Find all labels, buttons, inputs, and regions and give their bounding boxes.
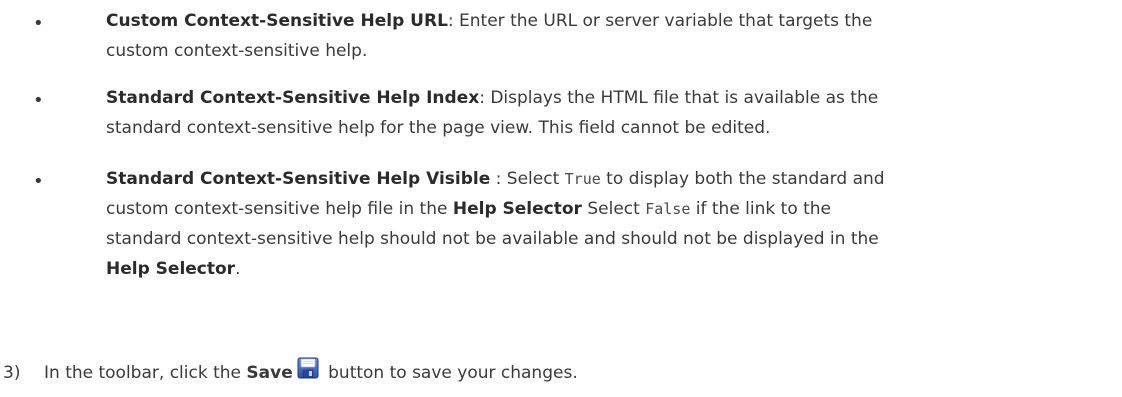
step-3: 3) In the toolbar, click the Save button … (3, 357, 578, 388)
help-selector-term: Help Selector (452, 199, 582, 219)
description-text: : Select (490, 169, 565, 189)
save-disk-icon (297, 357, 319, 379)
step-text: In the toolbar, click the (44, 363, 247, 383)
description-text: : Displays the HTML file that is availab… (479, 88, 879, 108)
description-text: standard context-sensitive help should n… (106, 229, 879, 249)
step-text: button to save your changes. (322, 363, 578, 383)
code-true: True (564, 170, 601, 188)
document-page: • Custom Context-Sensitive Help URL: Ent… (0, 0, 1122, 397)
list-item-text: Standard Context-Sensitive Help Visible … (106, 164, 1106, 284)
description-text: standard context-sensitive help for the … (106, 118, 771, 138)
bullet: • (33, 171, 44, 192)
term-standard-help-visible: Standard Context-Sensitive Help Visible (106, 169, 491, 189)
step-number: 3) (3, 363, 21, 383)
list-item-text: Custom Context-Sensitive Help URL: Enter… (106, 6, 1106, 66)
save-label: Save (246, 363, 293, 383)
list-item-text: Standard Context-Sensitive Help Index: D… (106, 83, 1106, 143)
code-false: False (645, 200, 691, 218)
bullet: • (33, 13, 44, 34)
term-standard-help-index: Standard Context-Sensitive Help Index (106, 88, 480, 108)
description-text: . (235, 259, 241, 279)
description-text: custom context-sensitive help file in th… (106, 199, 453, 219)
description-text: if the link to the (690, 199, 832, 219)
description-text: : Enter the URL or server variable that … (447, 11, 873, 31)
help-selector-term: Help Selector (106, 259, 236, 279)
term-custom-help-url: Custom Context-Sensitive Help URL (106, 11, 448, 31)
description-text: custom context-sensitive help. (106, 41, 368, 61)
bullet: • (33, 90, 44, 111)
description-text: to display both the standard and (600, 169, 885, 189)
description-text: Select (581, 199, 646, 219)
